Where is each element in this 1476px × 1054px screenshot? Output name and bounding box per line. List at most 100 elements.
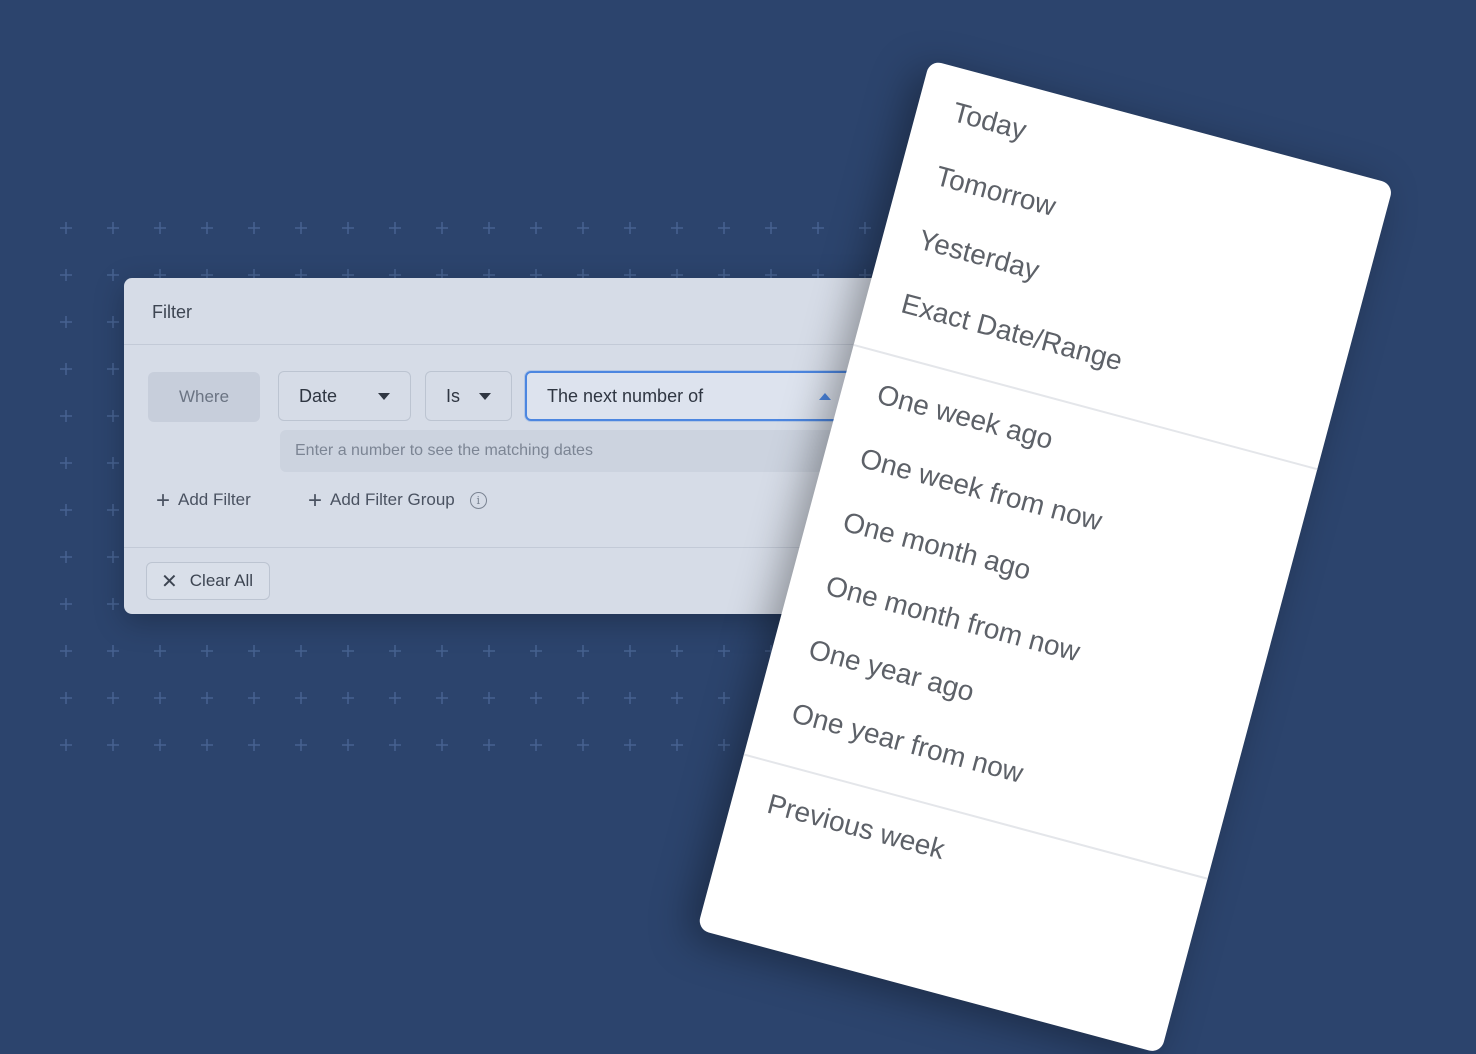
chevron-down-icon (479, 392, 491, 400)
close-icon: ✕ (161, 570, 178, 593)
plus-mark (577, 222, 589, 234)
plus-mark (154, 222, 166, 234)
plus-mark (765, 222, 777, 234)
value-select[interactable]: The next number of (525, 371, 853, 421)
plus-mark (436, 222, 448, 234)
value-select-value: The next number of (547, 385, 704, 406)
plus-mark (295, 692, 307, 704)
plus-mark (577, 645, 589, 657)
field-select-value: Date (299, 385, 338, 406)
plus-mark (671, 222, 683, 234)
plus-mark (483, 222, 495, 234)
plus-mark (201, 222, 213, 234)
plus-mark (389, 222, 401, 234)
plus-mark (107, 457, 119, 469)
chevron-up-icon (819, 392, 831, 400)
menu-item-yesterday[interactable]: Yesterday (915, 224, 1042, 287)
add-filter-group-button[interactable]: + Add Filter Group i (308, 486, 487, 514)
plus-mark (671, 645, 683, 657)
plus-mark (718, 692, 730, 704)
plus-mark (436, 645, 448, 657)
plus-mark (201, 692, 213, 704)
plus-mark (718, 645, 730, 657)
plus-mark (107, 645, 119, 657)
plus-mark (154, 692, 166, 704)
menu-item-tomorrow[interactable]: Tomorrow (932, 160, 1059, 223)
plus-mark (60, 222, 72, 234)
field-select[interactable]: Date (278, 371, 411, 421)
plus-mark (60, 551, 72, 563)
plus-mark (624, 739, 636, 751)
menu-item-previous-week[interactable]: Previous week (764, 788, 948, 866)
menu-item-one-year-ago[interactable]: One year ago (805, 633, 978, 708)
plus-mark (248, 739, 260, 751)
plus-mark (60, 645, 72, 657)
menu-item-today[interactable]: Today (949, 96, 1030, 146)
where-label: Where (148, 372, 260, 422)
plus-mark (624, 645, 636, 657)
plus-mark (248, 222, 260, 234)
plus-mark (60, 316, 72, 328)
plus-mark (812, 222, 824, 234)
info-icon[interactable]: i (469, 491, 487, 509)
plus-icon: + (308, 486, 323, 514)
plus-mark (624, 692, 636, 704)
plus-mark (60, 457, 72, 469)
plus-mark (436, 692, 448, 704)
plus-mark (107, 504, 119, 516)
plus-mark (154, 645, 166, 657)
plus-mark (389, 692, 401, 704)
plus-mark (859, 222, 871, 234)
plus-mark (107, 551, 119, 563)
plus-mark (295, 222, 307, 234)
plus-mark (389, 739, 401, 751)
menu-item-one-month-ago[interactable]: One month ago (840, 506, 1034, 587)
menu-item-exact-date-range[interactable]: Exact Date/Range (898, 288, 1126, 378)
plus-mark (483, 739, 495, 751)
plus-mark (342, 739, 354, 751)
plus-mark (718, 222, 730, 234)
plus-mark (154, 739, 166, 751)
plus-mark (60, 269, 72, 281)
operator-select-value: Is (446, 385, 461, 406)
plus-mark (530, 222, 542, 234)
plus-mark (248, 692, 260, 704)
add-filter-group-label: Add Filter Group (330, 490, 455, 509)
plus-mark (718, 739, 730, 751)
plus-mark (295, 739, 307, 751)
plus-mark (107, 222, 119, 234)
plus-mark (483, 692, 495, 704)
plus-mark (577, 692, 589, 704)
plus-mark (530, 692, 542, 704)
plus-mark (436, 739, 448, 751)
plus-mark (530, 739, 542, 751)
clear-all-button[interactable]: ✕ Clear All (146, 562, 270, 600)
plus-mark (671, 692, 683, 704)
plus-mark (248, 645, 260, 657)
add-filter-button[interactable]: + Add Filter (156, 488, 251, 512)
plus-mark (60, 739, 72, 751)
plus-mark (60, 692, 72, 704)
plus-mark (201, 739, 213, 751)
plus-mark (201, 645, 213, 657)
plus-mark (60, 363, 72, 375)
plus-mark (107, 692, 119, 704)
plus-mark (577, 739, 589, 751)
plus-mark (671, 739, 683, 751)
operator-select[interactable]: Is (425, 371, 512, 421)
plus-mark (60, 598, 72, 610)
plus-mark (107, 739, 119, 751)
plus-mark (60, 504, 72, 516)
plus-mark (624, 222, 636, 234)
panel-title: Filter (124, 278, 944, 345)
plus-mark (342, 645, 354, 657)
plus-mark (107, 598, 119, 610)
plus-mark (295, 645, 307, 657)
plus-mark (389, 645, 401, 657)
plus-mark (107, 410, 119, 422)
plus-mark (60, 410, 72, 422)
plus-mark (107, 316, 119, 328)
chevron-down-icon (378, 392, 390, 400)
clear-all-label: Clear All (189, 571, 254, 590)
plus-mark (530, 645, 542, 657)
